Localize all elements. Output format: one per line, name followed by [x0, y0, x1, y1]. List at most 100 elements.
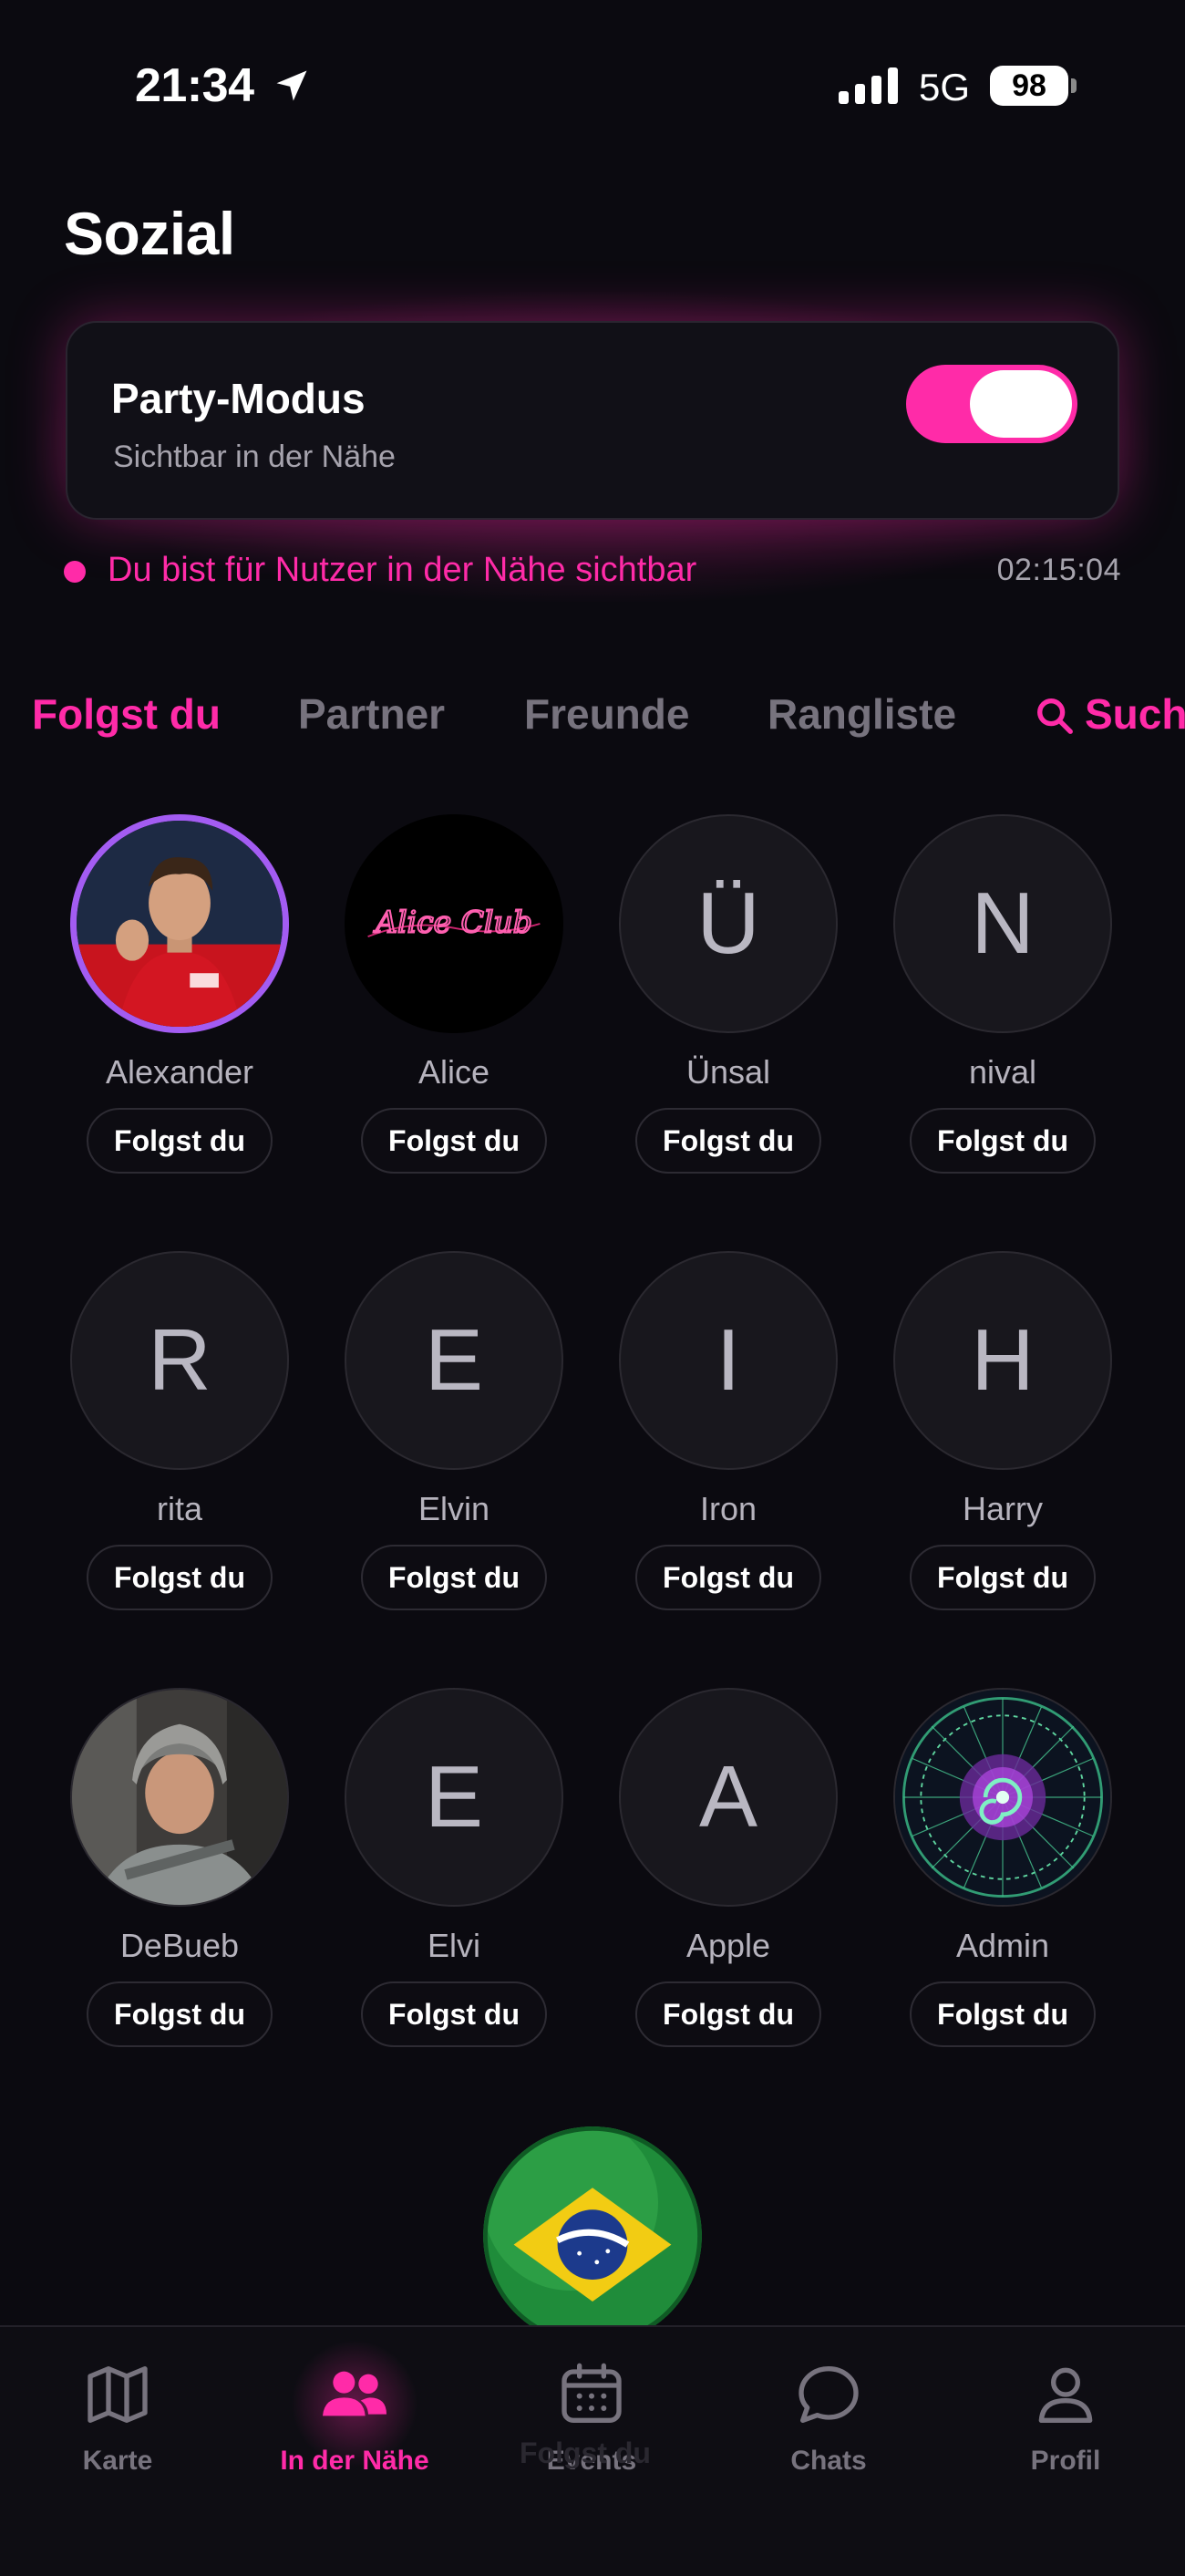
tab-rangliste[interactable]: Rangliste [768, 689, 956, 739]
user-name: Apple [685, 1927, 771, 1964]
avatar[interactable]: Alice Club [345, 814, 563, 1033]
avatar[interactable] [893, 1688, 1112, 1907]
following-button[interactable]: Folgst du [910, 1545, 1096, 1610]
following-button[interactable]: Folgst du [361, 1108, 547, 1174]
following-button[interactable]: Folgst du [361, 1981, 547, 2047]
user-card[interactable]: H Harry Folgst du [866, 1251, 1139, 1634]
user-card[interactable]: DeBueb Folgst du [43, 1688, 316, 2071]
calendar-icon [562, 2363, 622, 2423]
user-card[interactable]: E Elvi Folgst du [317, 1688, 591, 2071]
signal-icon [839, 67, 898, 104]
following-button[interactable]: Folgst du [361, 1545, 547, 1610]
user-name: Elvi [427, 1927, 480, 1964]
chat-icon [799, 2366, 859, 2423]
tab-freunde[interactable]: Freunde [524, 689, 689, 739]
ghost-following-label: Folgst du [520, 2436, 651, 2469]
avatar[interactable]: I [619, 1251, 838, 1470]
user-card[interactable]: A Apple Folgst du [592, 1688, 865, 2071]
avatar-initial: I [716, 1311, 741, 1409]
following-button[interactable]: Folgst du [635, 1545, 821, 1610]
visibility-status: Du bist für Nutzer in der Nähe sichtbar … [64, 549, 1121, 595]
brazil-ball-graphic [483, 2126, 702, 2345]
nav-label: Karte [82, 2446, 153, 2476]
nav-label: Chats [790, 2446, 867, 2476]
location-arrow-icon [276, 70, 307, 101]
following-button[interactable]: Folgst du [635, 1108, 821, 1174]
avatar[interactable]: R [70, 1251, 289, 1470]
alice-club-logo: Alice Club [346, 816, 562, 1031]
nav-label: In der Nähe [280, 2446, 429, 2476]
nav-item-events[interactable]: Events [491, 2358, 692, 2495]
party-mode-toggle[interactable] [906, 365, 1077, 443]
user-name: Elvin [417, 1490, 490, 1527]
user-card[interactable]: E Elvin Folgst du [317, 1251, 591, 1634]
user-card[interactable]: Alexander Folgst du [43, 814, 316, 1197]
user-name: Alexander [105, 1053, 254, 1091]
nav-item-profil[interactable]: Profil [965, 2358, 1166, 2495]
user-name: Admin [955, 1927, 1050, 1964]
user-card[interactable]: R rita Folgst du [43, 1251, 316, 1634]
avatar-initial: E [424, 1748, 484, 1846]
user-name: Alice [417, 1053, 490, 1091]
social-tabs: Folgst du Partner Freunde Rangliste Such [0, 682, 1185, 746]
user-name: Ünsal [685, 1053, 771, 1091]
map-icon [88, 2366, 148, 2423]
social-screen: 21:34 5G 98 Sozial Party-Modus Sichtbar … [0, 0, 1185, 2576]
user-name: nival [968, 1053, 1037, 1091]
following-button[interactable]: Folgst du [910, 1981, 1096, 2047]
avatar-initial: A [698, 1748, 758, 1846]
user-card[interactable]: Ü Ünsal Folgst du [592, 814, 865, 1197]
battery-indicator: 98 [990, 66, 1068, 106]
avatar-initial: R [148, 1311, 211, 1409]
following-button[interactable]: Folgst du [635, 1981, 821, 2047]
nav-label: Profil [1030, 2446, 1101, 2476]
toggle-knob [970, 370, 1072, 438]
user-card[interactable]: Alice Club Alice Folgst du [317, 814, 591, 1197]
avatar[interactable]: H [893, 1251, 1112, 1470]
selfie-photo [72, 1690, 287, 1905]
party-mode-subtitle: Sichtbar in der Nähe [113, 440, 396, 474]
user-card[interactable]: Admin Folgst du [866, 1688, 1139, 2071]
user-name: rita [156, 1490, 202, 1527]
user-card[interactable]: N nival Folgst du [866, 814, 1139, 1197]
avatar[interactable] [70, 1688, 289, 1907]
live-dot-icon [64, 561, 86, 583]
user-card[interactable]: I Iron Folgst du [592, 1251, 865, 1634]
tab-folgst-du[interactable]: Folgst du [32, 689, 221, 739]
tab-search[interactable]: Such [1085, 689, 1185, 739]
people-icon [323, 2371, 386, 2416]
visibility-text: Du bist für Nutzer in der Nähe sichtbar [108, 551, 697, 589]
avatar[interactable] [70, 814, 289, 1033]
nav-item-karte[interactable]: Karte [17, 2358, 218, 2495]
status-time: 21:34 [135, 59, 254, 112]
party-mode-title: Party-Modus [111, 375, 366, 422]
profile-icon [1038, 2367, 1093, 2423]
following-button[interactable]: Folgst du [87, 1108, 273, 1174]
tab-partner[interactable]: Partner [298, 689, 445, 739]
following-button[interactable]: Folgst du [87, 1545, 273, 1610]
brazil-soccer-ball-icon[interactable] [483, 2126, 702, 2345]
alice-club-text: Alice Club [373, 904, 532, 939]
avatar[interactable]: N [893, 814, 1112, 1033]
search-icon[interactable] [1034, 695, 1076, 737]
avatar-initial: N [971, 874, 1035, 972]
status-bar: 21:34 5G 98 [0, 0, 1185, 173]
avatar[interactable]: E [345, 1688, 563, 1907]
avatar[interactable]: A [619, 1688, 838, 1907]
avatar-initial: E [424, 1311, 484, 1409]
following-button[interactable]: Folgst du [910, 1108, 1096, 1174]
user-name: Iron [699, 1490, 757, 1527]
avatar-initial: H [971, 1311, 1035, 1409]
user-name: DeBueb [119, 1927, 240, 1964]
visibility-timer: 02:15:04 [996, 553, 1121, 587]
following-button[interactable]: Folgst du [87, 1981, 273, 2047]
avatar[interactable]: E [345, 1251, 563, 1470]
page-title: Sozial [64, 200, 235, 267]
network-type: 5G [919, 66, 971, 109]
nav-item-in-der-naehe[interactable]: In der Nähe [254, 2340, 455, 2495]
avatar-initial: Ü [696, 874, 760, 972]
avatar[interactable]: Ü [619, 814, 838, 1033]
battery-nub [1071, 78, 1077, 93]
nav-item-chats[interactable]: Chats [728, 2358, 929, 2495]
user-name: Harry [963, 1490, 1043, 1527]
